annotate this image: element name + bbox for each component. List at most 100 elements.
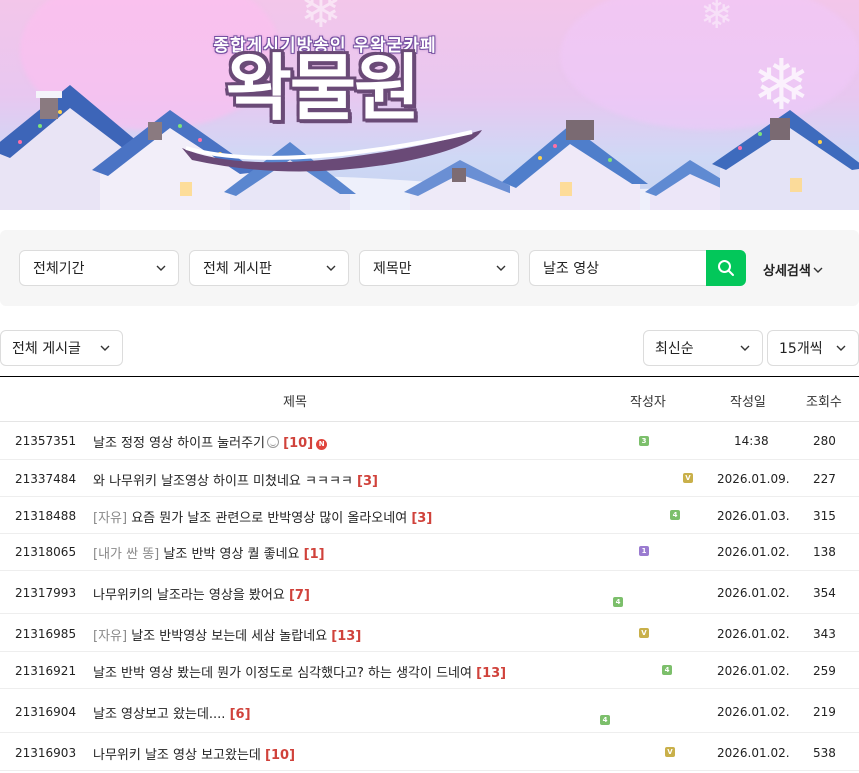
chevron-down-icon <box>156 265 166 271</box>
member-level-badge: V <box>683 473 693 483</box>
article-title-link[interactable]: 날조 정정 영상 하이프 눌러주기 [10] N <box>93 432 328 451</box>
comment-count[interactable]: [13] <box>331 629 361 644</box>
article-number: 21357351 <box>15 434 77 448</box>
post-date: 2026.01.02. <box>717 746 790 760</box>
table-row[interactable]: 21316985 [자유] 날조 반박영상 보는데 세삼 놀랍네요 [13] V… <box>0 614 859 652</box>
table-row[interactable]: 21316904 날조 영상보고 왔는데.... [6] 4 2026.01.0… <box>0 689 859 733</box>
comment-count[interactable]: [10] <box>265 748 295 763</box>
article-title: 날조 정정 영상 하이프 눌러주기 <box>93 436 266 451</box>
period-select[interactable]: 전체기간 <box>19 250 179 286</box>
article-title: 나무위키의 날조라는 영상을 봤어요 <box>93 588 285 603</box>
view-count: 138 <box>813 545 836 559</box>
article-title-link[interactable]: 나무위키의 날조라는 영상을 봤어요 [7] <box>93 584 310 603</box>
comment-count[interactable]: [1] <box>304 547 325 562</box>
article-number: 21316921 <box>15 664 77 678</box>
post-date: 2026.01.02. <box>717 586 790 600</box>
article-title: 날조 반박 영상 봤는데 뭔가 이정도로 심각했다고? 하는 생각이 드네여 <box>93 666 472 681</box>
search-panel: 전체기간 전체 게시판 제목만 상세검색 <box>0 230 859 306</box>
article-number: 21316904 <box>15 705 77 719</box>
article-title-link[interactable]: 날조 반박 영상 봤는데 뭔가 이정도로 심각했다고? 하는 생각이 드네여 [… <box>93 662 506 681</box>
post-date: 2026.01.02. <box>717 545 790 559</box>
member-level-badge: 1 <box>639 546 649 556</box>
chevron-down-icon <box>836 345 846 351</box>
article-number: 21318065 <box>15 545 77 559</box>
header-date: 작성일 <box>730 395 766 410</box>
member-level-badge: 4 <box>600 715 610 725</box>
article-number: 21316985 <box>15 627 77 641</box>
view-count: 538 <box>813 746 836 760</box>
member-level-badge: 4 <box>670 510 680 520</box>
header-author: 작성자 <box>630 395 666 410</box>
chevron-down-icon <box>100 345 110 351</box>
article-title: 나무위키 날조 영상 보고왔는데 <box>93 748 261 763</box>
detail-search-button[interactable]: 상세검색 <box>763 260 823 279</box>
view-count: 259 <box>813 664 836 678</box>
article-title-link[interactable]: [자유] 날조 반박영상 보는데 세삼 놀랍네요 [13] <box>93 625 361 644</box>
new-badge-icon: N <box>316 439 328 450</box>
article-title: 와 나무위키 날조영상 하이프 미쳤네요 ㅋㅋㅋㅋ <box>93 474 353 489</box>
table-row[interactable]: 21316921 날조 반박 영상 봤는데 뭔가 이정도로 심각했다고? 하는 … <box>0 652 859 689</box>
post-date: 14:38 <box>734 434 769 448</box>
sort-select[interactable]: 최신순 <box>643 330 763 366</box>
table-row[interactable]: 21337484 와 나무위키 날조영상 하이프 미쳤네요 ㅋㅋㅋㅋ [3] V… <box>0 460 859 497</box>
search-input[interactable] <box>529 250 707 286</box>
snowflake-icon: ❄ <box>300 0 342 39</box>
chevron-down-icon <box>496 265 506 271</box>
view-count: 315 <box>813 509 836 523</box>
page-size-select[interactable]: 15개씩 <box>767 330 859 366</box>
article-number: 21316903 <box>15 746 77 760</box>
article-title-link[interactable]: 날조 영상보고 왔는데.... [6] <box>93 703 251 722</box>
view-count: 354 <box>813 586 836 600</box>
member-level-badge: 4 <box>662 665 672 675</box>
table-row[interactable]: 21357351 날조 정정 영상 하이프 눌러주기 [10] N 3 14:38… <box>0 422 859 460</box>
search-button[interactable] <box>706 250 746 286</box>
chevron-down-icon <box>326 265 336 271</box>
board-select-value: 전체 게시판 <box>203 261 272 277</box>
table-row[interactable]: 21318065 [내가 싼 똥] 날조 반박 영상 퀄 좋네요 [1] 1 2… <box>0 534 859 571</box>
article-title: 날조 반박 영상 퀄 좋네요 <box>163 547 300 562</box>
comment-count[interactable]: [7] <box>289 588 310 603</box>
article-title-link[interactable]: [자유] 요즘 뭔가 날조 관련으로 반박영상 많이 올라오네여 [3] <box>93 507 432 526</box>
chevron-down-icon <box>813 267 823 273</box>
board-head-tag: [내가 싼 똥] <box>93 547 160 562</box>
table-row[interactable]: 21318488 [자유] 요즘 뭔가 날조 관련으로 반박영상 많이 올라오네… <box>0 497 859 534</box>
search-icon <box>718 260 734 276</box>
snowflake-icon: ❄ <box>700 0 734 38</box>
view-count: 280 <box>813 434 836 448</box>
article-title: 날조 반박영상 보는데 세삼 놀랍네요 <box>131 629 328 644</box>
article-type-select[interactable]: 전체 게시글 <box>0 330 123 366</box>
article-title-link[interactable]: 와 나무위키 날조영상 하이프 미쳤네요 ㅋㅋㅋㅋ [3] <box>93 470 378 489</box>
chevron-down-icon <box>740 345 750 351</box>
member-level-badge: 3 <box>639 436 649 446</box>
article-title-link[interactable]: [내가 싼 똥] 날조 반박 영상 퀄 좋네요 [1] <box>93 543 325 562</box>
cafe-banner: ❄ ❄ ❄ 종합게시기방송인 우왁굳카페 왁물원 <box>0 0 859 210</box>
comment-count[interactable]: [3] <box>411 511 432 526</box>
emoticon-icon <box>267 436 280 448</box>
article-number: 21337484 <box>15 472 77 486</box>
comment-count[interactable]: [3] <box>357 474 378 489</box>
view-count: 219 <box>813 705 836 719</box>
comment-count[interactable]: [10] <box>283 436 313 451</box>
comment-count[interactable]: [6] <box>230 707 251 722</box>
page-size-value: 15개씩 <box>779 341 823 357</box>
scope-select[interactable]: 제목만 <box>359 250 519 286</box>
article-title: 날조 영상보고 왔는데.... <box>93 707 226 722</box>
member-level-badge: 4 <box>613 597 623 607</box>
header-views: 조회수 <box>806 395 842 410</box>
post-date: 2026.01.02. <box>717 664 790 678</box>
article-type-value: 전체 게시글 <box>12 341 81 357</box>
article-title-link[interactable]: 나무위키 날조 영상 보고왔는데 [10] <box>93 744 295 763</box>
board-head-tag: [자유] <box>93 629 128 644</box>
detail-search-label: 상세검색 <box>763 264 811 279</box>
board-select[interactable]: 전체 게시판 <box>189 250 349 286</box>
member-level-badge: V <box>639 628 649 638</box>
sort-select-value: 최신순 <box>655 341 694 357</box>
board-head-tag: [자유] <box>93 511 128 526</box>
post-date: 2026.01.09. <box>717 472 790 486</box>
table-row[interactable]: 21317993 나무위키의 날조라는 영상을 봤어요 [7] 4 2026.0… <box>0 571 859 614</box>
view-count: 227 <box>813 472 836 486</box>
comment-count[interactable]: [13] <box>476 666 506 681</box>
table-row[interactable]: 21316903 나무위키 날조 영상 보고왔는데 [10] V 2026.01… <box>0 733 859 771</box>
scope-select-value: 제목만 <box>373 261 412 277</box>
period-select-value: 전체기간 <box>33 261 85 277</box>
